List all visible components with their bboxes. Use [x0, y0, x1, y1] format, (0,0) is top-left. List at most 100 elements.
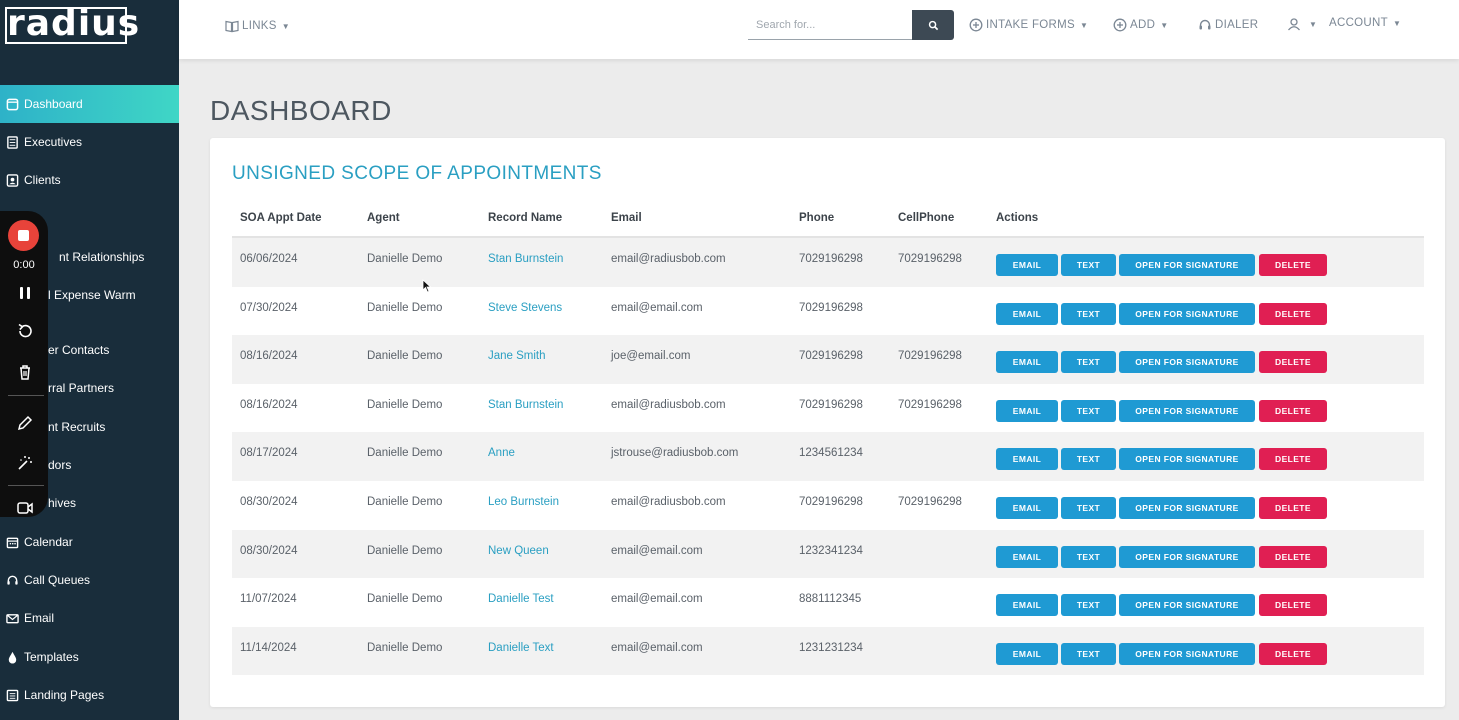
text-button[interactable]: TEXT: [1061, 399, 1116, 422]
screen-recorder-toolbar: 0:00: [0, 211, 48, 517]
text-button[interactable]: TEXT: [1061, 448, 1116, 471]
open-for-signature-button[interactable]: OPEN FOR SIGNATURE: [1119, 351, 1255, 374]
open-for-signature-button[interactable]: OPEN FOR SIGNATURE: [1119, 594, 1255, 617]
sidebar-item-email[interactable]: Email: [0, 599, 179, 637]
record-name-link[interactable]: Stan Burnstein: [488, 253, 563, 265]
open-for-signature-button[interactable]: OPEN FOR SIGNATURE: [1119, 448, 1255, 471]
record-name-link[interactable]: Anne: [488, 447, 515, 459]
phone: 8881112345: [799, 593, 862, 606]
record-name-link[interactable]: Steve Stevens: [488, 302, 562, 314]
search-button[interactable]: [912, 10, 954, 40]
account-menu[interactable]: ACCOUNT ▼: [1329, 17, 1401, 29]
soa-date: 08/16/2024: [240, 350, 298, 363]
agent: Danielle Demo: [367, 350, 443, 363]
delete-button[interactable]: DELETE: [1259, 496, 1327, 519]
sidebar-item-label: dors: [48, 458, 72, 472]
open-for-signature-button[interactable]: OPEN FOR SIGNATURE: [1119, 496, 1255, 519]
email: email@radiusbob.com: [611, 495, 726, 508]
sidebar-item-label: Call Queues: [24, 573, 91, 587]
add-menu[interactable]: ADD ▼: [1113, 18, 1168, 32]
sidebar-item-clients[interactable]: Clients: [0, 161, 179, 199]
camera-icon[interactable]: [12, 501, 38, 515]
column-header[interactable]: Agent: [367, 212, 400, 224]
text-button[interactable]: TEXT: [1061, 254, 1116, 276]
agent: Danielle Demo: [367, 301, 443, 314]
chevron-down-icon: ▼: [1309, 19, 1318, 29]
stop-recording-button[interactable]: [8, 220, 39, 251]
text-button[interactable]: TEXT: [1061, 642, 1116, 665]
delete-button[interactable]: DELETE: [1259, 642, 1327, 665]
column-header: Actions: [996, 212, 1039, 224]
delete-button[interactable]: DELETE: [1259, 302, 1327, 325]
sidebar-item-calendar[interactable]: Calendar: [0, 523, 179, 561]
email-button[interactable]: EMAIL: [996, 302, 1058, 325]
agent: Danielle Demo: [367, 593, 443, 606]
intake-forms-menu[interactable]: INTAKE FORMS ▼: [969, 18, 1088, 32]
record-name-link[interactable]: Danielle Text: [488, 642, 554, 654]
links-label: LINKS: [242, 20, 277, 32]
phone: 7029196298: [799, 398, 863, 411]
radius-logo[interactable]: radius: [5, 6, 139, 44]
sidebar-item-dashboard[interactable]: Dashboard: [0, 85, 179, 123]
sidebar-item-templates[interactable]: Templates: [0, 638, 179, 676]
open-for-signature-button[interactable]: OPEN FOR SIGNATURE: [1119, 399, 1255, 422]
email-button[interactable]: EMAIL: [996, 545, 1058, 568]
table-row: 08/16/2024 Danielle Demo Jane Smith joe@…: [232, 335, 1424, 384]
dialer-button[interactable]: DIALER: [1198, 18, 1258, 32]
email-button[interactable]: EMAIL: [996, 594, 1058, 617]
email: email@email.com: [611, 544, 703, 557]
column-header[interactable]: Record Name: [488, 212, 562, 224]
text-button[interactable]: TEXT: [1061, 496, 1116, 519]
sidebar-item-label: rral Partners: [48, 381, 115, 395]
calendar-icon: [5, 535, 19, 549]
email-button[interactable]: EMAIL: [996, 448, 1058, 471]
links-menu[interactable]: LINKS ▼: [225, 19, 290, 33]
delete-button[interactable]: DELETE: [1259, 594, 1327, 617]
column-header[interactable]: CellPhone: [898, 212, 954, 224]
record-name-link[interactable]: New Queen: [488, 545, 549, 557]
pencil-icon[interactable]: [12, 411, 38, 435]
delete-button[interactable]: DELETE: [1259, 254, 1327, 276]
text-button[interactable]: TEXT: [1061, 351, 1116, 374]
record-name-link[interactable]: Leo Burnstein: [488, 496, 559, 508]
soa-table: SOA Appt Date Agent Record Name Email Ph…: [232, 200, 1424, 676]
column-header[interactable]: Email: [611, 212, 642, 224]
column-header[interactable]: Phone: [799, 212, 834, 224]
record-name-link[interactable]: Stan Burnstein: [488, 399, 563, 411]
text-button[interactable]: TEXT: [1061, 594, 1116, 617]
magic-wand-icon[interactable]: [12, 451, 38, 475]
dialer-label: DIALER: [1215, 19, 1259, 31]
email-button[interactable]: EMAIL: [996, 254, 1058, 276]
record-name-link[interactable]: Danielle Test: [488, 593, 554, 605]
sidebar-item-label: Landing Pages: [24, 688, 105, 702]
sidebar-item-landing-pages[interactable]: Landing Pages: [0, 676, 179, 714]
trash-icon[interactable]: [12, 360, 38, 384]
column-header[interactable]: SOA Appt Date: [240, 212, 322, 224]
delete-button[interactable]: DELETE: [1259, 399, 1327, 422]
restart-icon[interactable]: [12, 319, 38, 343]
text-button[interactable]: TEXT: [1061, 302, 1116, 325]
email-button[interactable]: EMAIL: [996, 642, 1058, 665]
open-for-signature-button[interactable]: OPEN FOR SIGNATURE: [1119, 545, 1255, 568]
open-for-signature-button[interactable]: OPEN FOR SIGNATURE: [1119, 642, 1255, 665]
chevron-down-icon: ▼: [281, 21, 290, 31]
account-label: ACCOUNT: [1329, 17, 1388, 29]
delete-button[interactable]: DELETE: [1259, 448, 1327, 471]
open-for-signature-button[interactable]: OPEN FOR SIGNATURE: [1119, 254, 1255, 276]
sidebar-item-executives[interactable]: Executives: [0, 123, 179, 161]
sidebar-item-label: l Expense Warm: [48, 288, 136, 302]
plus-circle-icon: [1113, 18, 1127, 32]
phone: 1231231234: [799, 641, 863, 654]
text-button[interactable]: TEXT: [1061, 545, 1116, 568]
email-button[interactable]: EMAIL: [996, 399, 1058, 422]
sidebar-item-call-queues[interactable]: Call Queues: [0, 561, 179, 599]
pause-icon[interactable]: [12, 281, 38, 305]
email-button[interactable]: EMAIL: [996, 496, 1058, 519]
delete-button[interactable]: DELETE: [1259, 545, 1327, 568]
email-button[interactable]: EMAIL: [996, 351, 1058, 374]
delete-button[interactable]: DELETE: [1259, 351, 1327, 374]
user-menu[interactable]: ▼: [1287, 17, 1317, 31]
search-input[interactable]: [748, 10, 912, 40]
record-name-link[interactable]: Jane Smith: [488, 350, 546, 362]
open-for-signature-button[interactable]: OPEN FOR SIGNATURE: [1119, 302, 1255, 325]
